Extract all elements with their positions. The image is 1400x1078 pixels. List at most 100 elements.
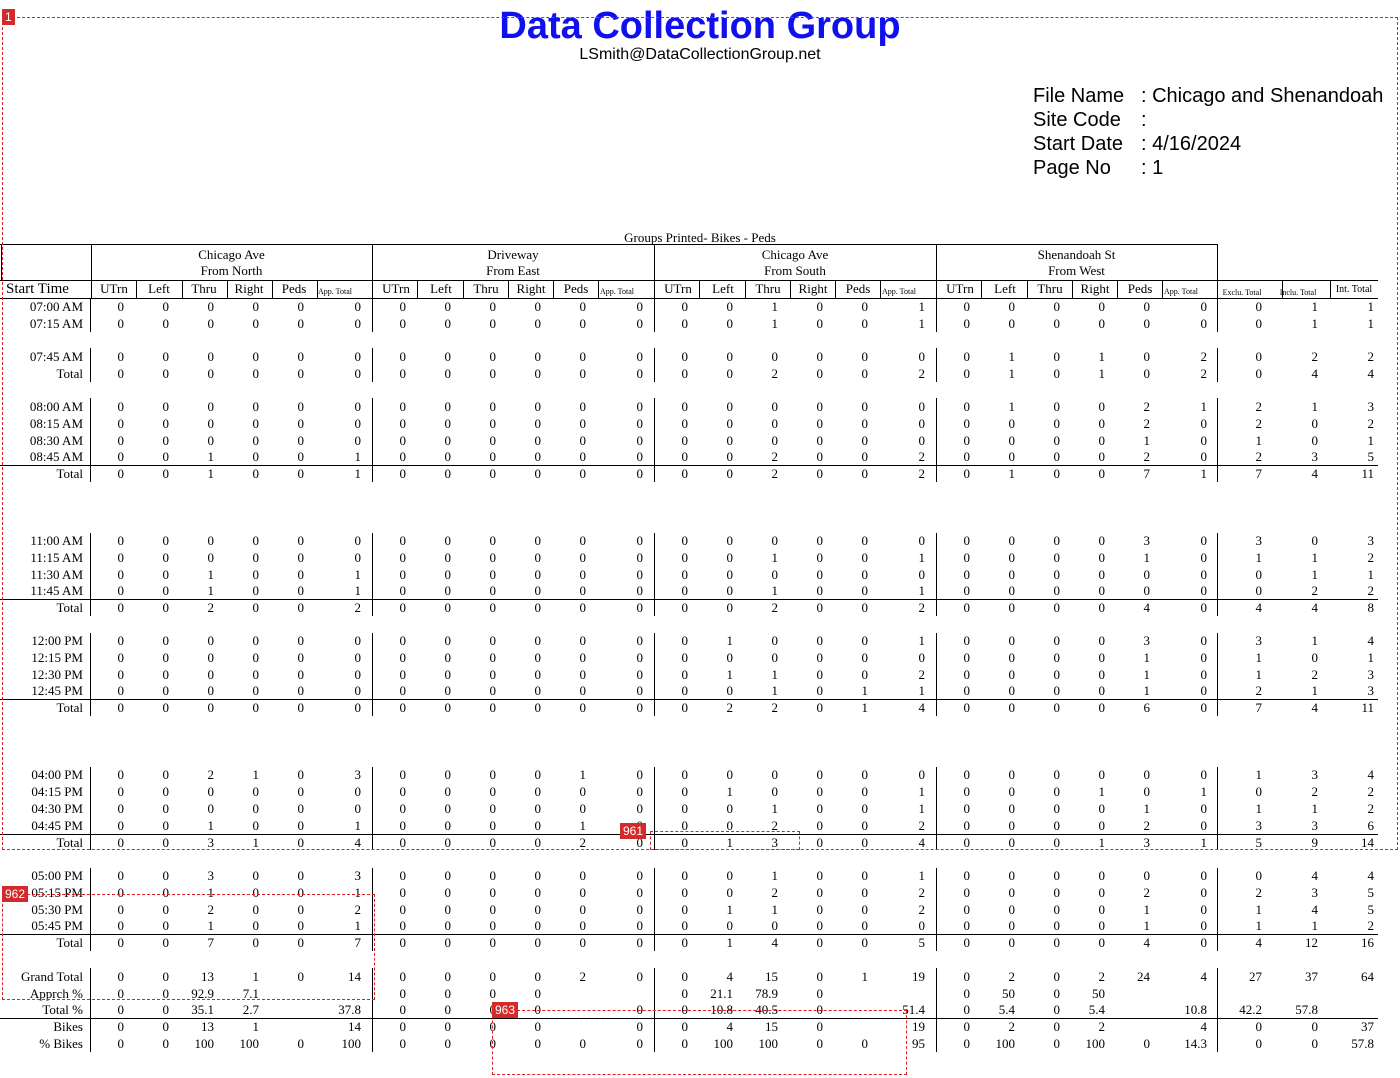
row-divider bbox=[90, 533, 91, 616]
table-cell: 1 bbox=[1143, 667, 1151, 682]
table-cell: 0 bbox=[1311, 1036, 1319, 1051]
table-cell: 2 bbox=[1255, 399, 1263, 414]
row-divider bbox=[1217, 633, 1218, 716]
table-cell: 0 bbox=[579, 633, 587, 648]
table-cell: 0 bbox=[861, 835, 869, 850]
table-cell: 0 bbox=[861, 349, 869, 364]
subtotal-rule bbox=[0, 599, 1378, 600]
table-cell: 37 bbox=[1305, 969, 1318, 984]
table-cell: 0 bbox=[534, 1019, 542, 1034]
table-cell: 4 bbox=[1200, 1019, 1208, 1034]
table-cell: 0 bbox=[861, 583, 869, 598]
annotation-badge: 963 bbox=[492, 1002, 519, 1018]
table-cell: 57.8 bbox=[1351, 1036, 1374, 1051]
column-divider bbox=[1072, 281, 1073, 298]
subtotal-rule bbox=[0, 699, 1378, 700]
table-cell: 12 bbox=[1305, 935, 1318, 950]
row-divider bbox=[90, 398, 91, 482]
table-cell: 5.4 bbox=[1088, 1002, 1105, 1017]
column-divider bbox=[745, 281, 746, 298]
table-cell: 4 bbox=[1367, 868, 1375, 883]
table-cell: 1 bbox=[1200, 784, 1208, 799]
table-cell: 0 bbox=[297, 533, 305, 548]
row-divider bbox=[936, 533, 937, 616]
table-cell: 1 bbox=[1143, 683, 1151, 698]
table-cell: 4 bbox=[1311, 868, 1319, 883]
column-header: Right bbox=[234, 281, 264, 296]
table-cell: 0 bbox=[1311, 650, 1319, 665]
table-cell: 0 bbox=[861, 818, 869, 833]
table-cell: 3 bbox=[1311, 885, 1319, 900]
subtotal-rule bbox=[0, 934, 1378, 935]
table-cell: 5 bbox=[1367, 902, 1375, 917]
row-divider bbox=[1217, 968, 1218, 1052]
table-cell: 0 bbox=[1200, 767, 1208, 782]
column-divider bbox=[553, 281, 554, 298]
table-cell: 4 bbox=[1143, 935, 1151, 950]
grand-total-rule bbox=[0, 1018, 1378, 1019]
row-divider bbox=[372, 868, 373, 951]
table-cell: 27 bbox=[1249, 969, 1262, 984]
table-cell: 0 bbox=[297, 868, 305, 883]
traffic-count-table: Chicago Ave From North Driveway From East Ch… bbox=[0, 0, 1400, 1078]
table-cell: 4 bbox=[1255, 600, 1263, 615]
table-cell: 0 bbox=[1200, 600, 1208, 615]
row-divider bbox=[654, 398, 655, 482]
column-divider bbox=[598, 281, 599, 298]
table-cell: 0 bbox=[297, 449, 305, 464]
row-divider bbox=[372, 767, 373, 850]
table-cell: 4 bbox=[1311, 600, 1319, 615]
table-cell: 4 bbox=[1255, 935, 1263, 950]
table-cell: 0 bbox=[297, 902, 305, 917]
table-cell: 1 bbox=[1311, 316, 1319, 331]
table-cell: 57.8 bbox=[1295, 1002, 1318, 1017]
table-cell: 0 bbox=[579, 299, 587, 314]
row-divider bbox=[90, 968, 91, 1052]
table-cell: 1 bbox=[1311, 299, 1319, 314]
column-divider bbox=[417, 281, 418, 298]
row-divider bbox=[654, 298, 655, 332]
row-divider bbox=[936, 968, 937, 1052]
table-cell: 16 bbox=[1361, 935, 1374, 950]
table-cell: 0 bbox=[579, 902, 587, 917]
approach-direction: From West bbox=[1048, 263, 1105, 278]
table-cell: 0 bbox=[297, 969, 305, 984]
table-cell: 0 bbox=[861, 767, 869, 782]
column-divider bbox=[880, 281, 881, 298]
row-divider bbox=[90, 298, 91, 332]
table-cell: 0 bbox=[579, 416, 587, 431]
column-header: Left bbox=[712, 281, 734, 296]
column-divider bbox=[1330, 281, 1331, 298]
table-cell: 7.1 bbox=[242, 986, 259, 1001]
table-cell: 0 bbox=[1143, 349, 1151, 364]
table-cell: 2 bbox=[1311, 583, 1319, 598]
table-cell: 0 bbox=[861, 366, 869, 381]
row-divider bbox=[654, 868, 655, 951]
row-divider bbox=[654, 633, 655, 716]
table-cell: 1 bbox=[861, 700, 869, 715]
table-cell: 1 bbox=[1311, 918, 1319, 933]
table-cell: 0 bbox=[297, 801, 305, 816]
table-cell: 2 bbox=[1311, 667, 1319, 682]
table-cell: 0 bbox=[861, 299, 869, 314]
column-divider bbox=[508, 281, 509, 298]
table-cell: 3 bbox=[1143, 633, 1151, 648]
table-cell: 0 bbox=[297, 667, 305, 682]
table-cell: 1 bbox=[1143, 550, 1151, 565]
table-cell: 4 bbox=[1311, 902, 1319, 917]
column-divider bbox=[1027, 281, 1028, 298]
table-cell: 0 bbox=[297, 818, 305, 833]
subtotal-rule bbox=[0, 465, 1378, 466]
table-cell: 1 bbox=[1200, 466, 1208, 481]
start-time-header: Start Time bbox=[6, 281, 69, 297]
table-cell: 0 bbox=[1200, 801, 1208, 816]
header-mid-rule bbox=[0, 280, 1378, 281]
column-divider bbox=[699, 281, 700, 298]
table-cell: 11 bbox=[1361, 466, 1374, 481]
table-cell: 5 bbox=[1255, 835, 1263, 850]
column-header: Left bbox=[148, 281, 170, 296]
table-cell: 0 bbox=[1143, 784, 1151, 799]
row-divider bbox=[372, 298, 373, 332]
table-cell: 0 bbox=[1311, 433, 1319, 448]
table-cell: 2 bbox=[1311, 784, 1319, 799]
